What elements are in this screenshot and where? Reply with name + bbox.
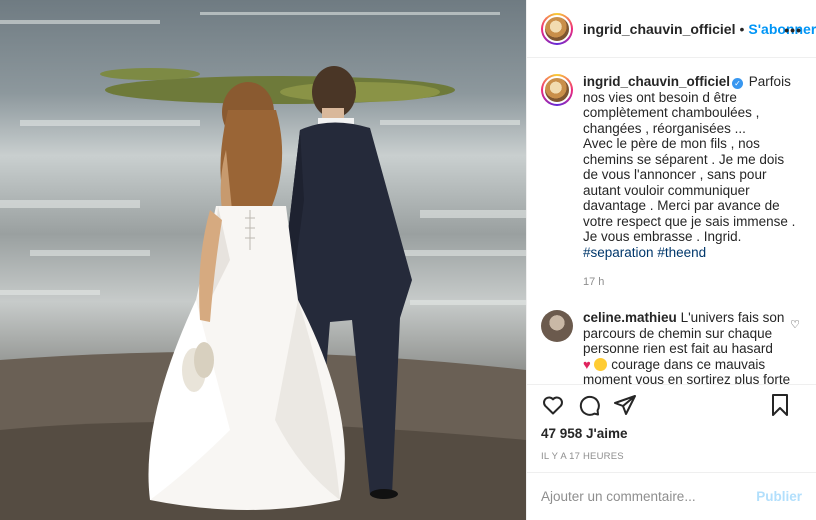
author-avatar[interactable]	[541, 12, 573, 45]
commenter-username[interactable]: celine.mathieu	[583, 310, 677, 325]
bookmark-icon[interactable]	[768, 393, 792, 417]
commenter-avatar[interactable]	[541, 310, 573, 342]
comment-body: celine.mathieu L'univers fais son parcou…	[583, 310, 791, 384]
post-photo	[0, 0, 526, 520]
verified-icon: ✓	[732, 78, 744, 89]
caption-timestamp: 17 h	[583, 276, 605, 288]
heart-icon[interactable]	[541, 393, 565, 417]
add-comment-bar: Publier	[527, 472, 816, 520]
wedding-photo-illustration	[0, 12, 526, 520]
worried-face-emoji-icon	[594, 357, 608, 371]
comment-item: celine.mathieu L'univers fais son parcou…	[541, 310, 802, 384]
caption-body: ingrid_chauvin_officiel ✓ Parfois nos vie…	[583, 74, 802, 260]
comment-like-heart-icon[interactable]: ♡	[790, 318, 800, 331]
caption: ingrid_chauvin_officiel ✓ Parfois nos vie…	[541, 74, 802, 260]
red-heart-emoji-icon: ♥	[583, 356, 591, 372]
caption-username[interactable]: ingrid_chauvin_officiel	[583, 74, 730, 89]
comment-text-2: courage dans ce mauvais moment vous en s…	[583, 356, 791, 385]
post-age: IL Y A 17 HEURES	[541, 451, 624, 462]
hashtag-separation[interactable]: #separation	[583, 245, 654, 260]
likes-count[interactable]: 47 958 J'aime	[527, 426, 816, 441]
caption-text-2: Avec le père de mon fils , nos chemins s…	[583, 136, 796, 244]
comment-input[interactable]	[541, 489, 757, 504]
hashtag-theend[interactable]: #theend	[657, 245, 706, 260]
separator-dot: •	[739, 20, 745, 37]
author-username[interactable]: ingrid_chauvin_officiel	[583, 21, 735, 37]
comments-list: ingrid_chauvin_officiel ✓ Parfois nos vie…	[527, 58, 816, 384]
post-dialog: ingrid_chauvin_officiel • S'abonner ••• …	[0, 0, 816, 520]
action-bar	[527, 384, 816, 424]
post-side-panel: ingrid_chauvin_officiel • S'abonner ••• …	[526, 0, 816, 520]
post-comment-button[interactable]: Publier	[756, 489, 802, 504]
caption-avatar[interactable]	[541, 74, 573, 106]
comment-icon[interactable]	[577, 393, 601, 417]
more-icon[interactable]: •••	[784, 22, 802, 38]
share-icon[interactable]	[613, 393, 637, 417]
follow-button[interactable]: S'abonner	[748, 21, 816, 37]
post-header: ingrid_chauvin_officiel • S'abonner •••	[527, 0, 816, 58]
